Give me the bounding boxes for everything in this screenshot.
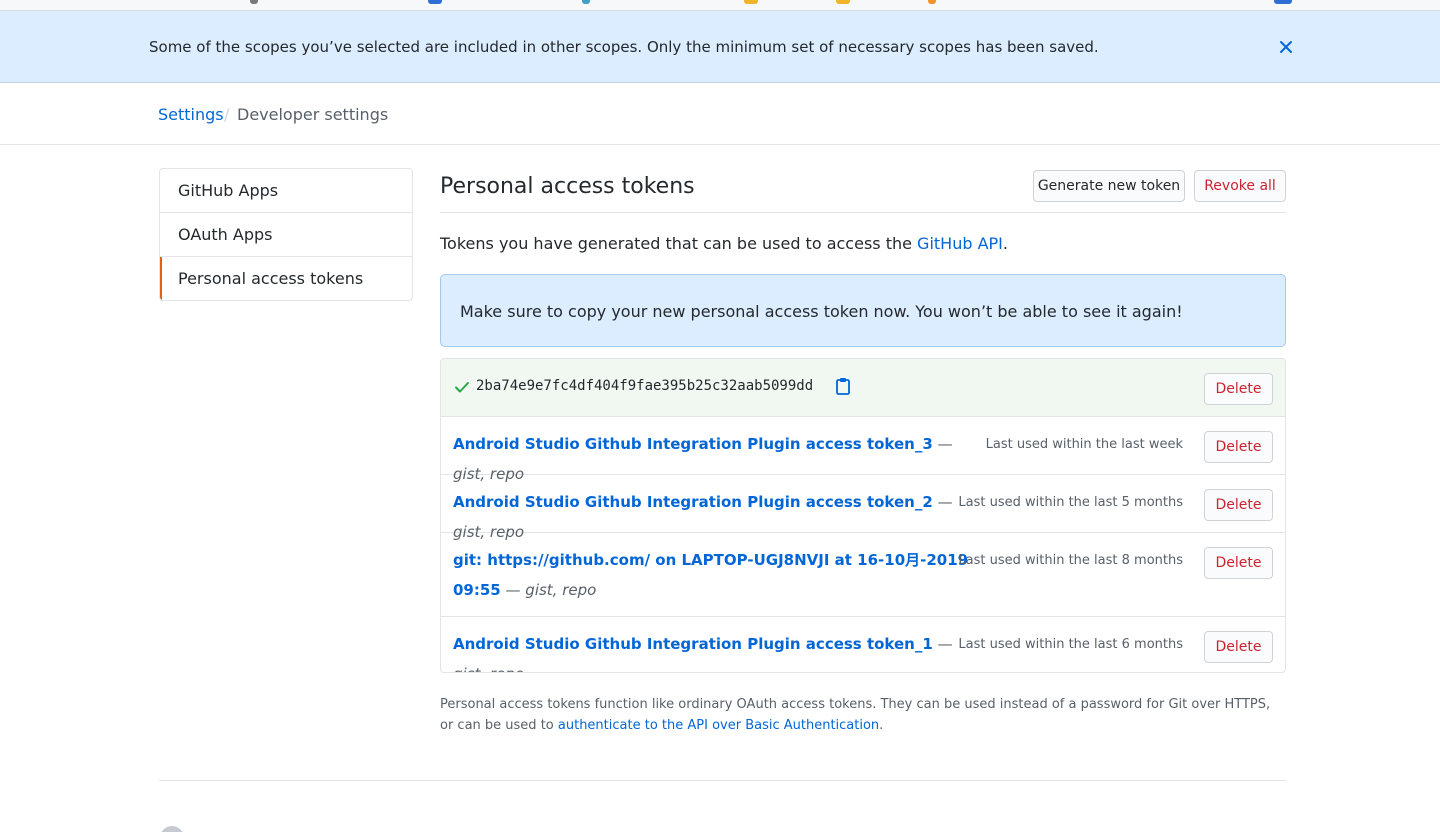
token-row: Android Studio Github Integration Plugin… bbox=[441, 417, 1285, 483]
token-scopes: gist, repo bbox=[453, 665, 524, 672]
github-api-link[interactable]: GitHub API bbox=[917, 234, 1003, 253]
toolbar-icon bbox=[250, 0, 258, 4]
token-description: git: https://github.com/ on LAPTOP-UGJ8N… bbox=[453, 545, 973, 605]
page-title: Personal access tokens bbox=[440, 174, 695, 199]
delete-button[interactable]: Delete bbox=[1204, 373, 1273, 405]
token-row: Android Studio Github Integration Plugin… bbox=[441, 475, 1285, 541]
token-description: Android Studio Github Integration Plugin… bbox=[453, 629, 973, 672]
note-suffix: . bbox=[879, 718, 884, 733]
notice-message: Make sure to copy your new personal acce… bbox=[460, 302, 1183, 321]
menu-item-oauth-apps[interactable]: OAuth Apps bbox=[160, 213, 412, 257]
menu-item-github-apps[interactable]: GitHub Apps bbox=[160, 169, 412, 213]
tokens-note: Personal access tokens function like ord… bbox=[440, 694, 1286, 736]
breadcrumb-separator: / bbox=[224, 105, 230, 124]
revoke-all-button[interactable]: Revoke all bbox=[1194, 170, 1286, 202]
token-dash: — bbox=[932, 435, 953, 453]
new-token-row: 2ba74e9e7fc4df404f9fae395b25c32aab5099dd… bbox=[441, 359, 1285, 417]
delete-button[interactable]: Delete bbox=[1204, 489, 1273, 521]
token-dash: — bbox=[932, 635, 953, 653]
delete-button[interactable]: Delete bbox=[1204, 547, 1273, 579]
developer-settings-menu: GitHub Apps OAuth Apps Personal access t… bbox=[159, 168, 413, 301]
last-used-text: Last used within the last 6 months bbox=[958, 637, 1183, 652]
token-row: Android Studio Github Integration Plugin… bbox=[441, 617, 1285, 672]
last-used-text: Last used within the last 8 months bbox=[958, 553, 1183, 568]
menu-item-personal-access-tokens[interactable]: Personal access tokens bbox=[160, 257, 412, 300]
breadcrumb-settings-link[interactable]: Settings bbox=[158, 105, 224, 124]
toolbar-icon bbox=[582, 0, 590, 4]
browser-toolbar-strip bbox=[0, 0, 1440, 11]
token-name-link[interactable]: Android Studio Github Integration Plugin… bbox=[453, 435, 933, 453]
token-list: 2ba74e9e7fc4df404f9fae395b25c32aab5099dd… bbox=[440, 358, 1286, 673]
subhead: Personal access tokens Generate new toke… bbox=[440, 168, 1286, 213]
footer-divider bbox=[159, 780, 1286, 781]
token-dash: — bbox=[932, 493, 953, 511]
toolbar-icon bbox=[928, 0, 936, 4]
breadcrumb: Settings / Developer settings bbox=[0, 83, 1440, 145]
delete-button[interactable]: Delete bbox=[1204, 631, 1273, 663]
new-token-value[interactable]: 2ba74e9e7fc4df404f9fae395b25c32aab5099dd bbox=[476, 378, 813, 394]
token-dash: — bbox=[500, 581, 526, 599]
token-scopes: gist, repo bbox=[525, 581, 597, 599]
check-icon bbox=[455, 382, 469, 393]
toolbar-icon bbox=[744, 0, 758, 4]
scopes-flash-banner: Some of the scopes you’ve selected are i… bbox=[0, 11, 1440, 83]
token-row: git: https://github.com/ on LAPTOP-UGJ8N… bbox=[441, 533, 1285, 617]
last-used-text: Last used within the last 5 months bbox=[958, 495, 1183, 510]
toolbar-icon bbox=[836, 0, 850, 4]
breadcrumb-current: Developer settings bbox=[237, 105, 389, 124]
github-logo-icon[interactable] bbox=[160, 826, 184, 832]
close-icon[interactable] bbox=[1276, 37, 1296, 57]
copy-token-notice: Make sure to copy your new personal acce… bbox=[440, 274, 1286, 347]
generate-new-token-button[interactable]: Generate new token bbox=[1033, 170, 1185, 202]
delete-button[interactable]: Delete bbox=[1204, 431, 1273, 463]
main-content: Personal access tokens Generate new toke… bbox=[440, 168, 1286, 733]
clipboard-icon[interactable] bbox=[835, 377, 851, 395]
token-name-link[interactable]: Android Studio Github Integration Plugin… bbox=[453, 635, 933, 653]
toolbar-icon bbox=[1274, 0, 1292, 4]
flash-message: Some of the scopes you’ve selected are i… bbox=[149, 38, 1099, 56]
toolbar-icon bbox=[428, 0, 442, 4]
intro-prefix: Tokens you have generated that can be us… bbox=[440, 234, 918, 253]
intro-suffix: . bbox=[1002, 234, 1008, 253]
intro-text: Tokens you have generated that can be us… bbox=[440, 234, 1008, 253]
last-used-text: Last used within the last week bbox=[985, 437, 1183, 452]
basic-auth-link[interactable]: authenticate to the API over Basic Authe… bbox=[558, 718, 879, 733]
token-name-link[interactable]: Android Studio Github Integration Plugin… bbox=[453, 493, 933, 511]
